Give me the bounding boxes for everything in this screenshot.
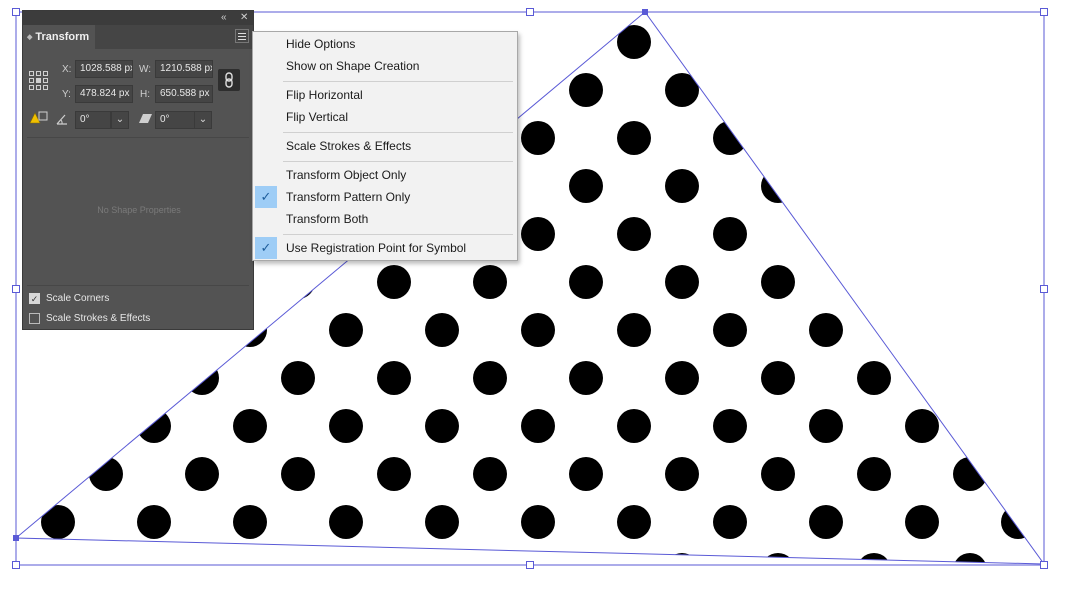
scale-corners-checkbox[interactable]: ✓ bbox=[29, 293, 40, 304]
handle-middle-right[interactable] bbox=[1040, 285, 1048, 293]
shear-input[interactable]: 0° bbox=[155, 111, 195, 129]
menu-item-flip-horizontal[interactable]: Flip Horizontal bbox=[253, 84, 517, 106]
menu-separator bbox=[283, 234, 513, 235]
menu-item-label: Transform Both bbox=[286, 212, 369, 226]
panel-divider-bottom bbox=[27, 285, 249, 286]
menu-item-transform-pattern-only[interactable]: ✓ Transform Pattern Only bbox=[253, 186, 517, 208]
menu-item-use-registration-point[interactable]: ✓ Use Registration Point for Symbol bbox=[253, 237, 517, 259]
collapse-panel-icon[interactable]: « bbox=[221, 11, 227, 25]
menu-item-label: Hide Options bbox=[286, 37, 356, 51]
h-label: H: bbox=[140, 89, 150, 100]
panel-menu-button[interactable] bbox=[235, 29, 249, 43]
menu-item-label: Show on Shape Creation bbox=[286, 59, 420, 73]
menu-item-transform-both[interactable]: Transform Both bbox=[253, 208, 517, 230]
rotate-angle-icon bbox=[56, 114, 67, 125]
tab-transform-label: Transform bbox=[35, 31, 90, 43]
menu-item-label: Flip Horizontal bbox=[286, 88, 363, 102]
constrain-proportions-button[interactable] bbox=[218, 69, 240, 91]
menu-item-flip-vertical[interactable]: Flip Vertical bbox=[253, 106, 517, 128]
scale-corners-label: Scale Corners bbox=[46, 293, 110, 304]
tab-expand-icon[interactable]: ◆ bbox=[27, 33, 32, 41]
chain-link-icon bbox=[225, 72, 233, 88]
menu-item-label: Use Registration Point for Symbol bbox=[286, 241, 467, 255]
panel-title-bar[interactable]: « ✕ bbox=[23, 11, 253, 25]
panel-tab-row: ◆ Transform bbox=[23, 25, 253, 49]
handle-bottom-left[interactable] bbox=[12, 561, 20, 569]
warning-icon bbox=[29, 111, 48, 124]
close-panel-icon[interactable]: ✕ bbox=[240, 11, 248, 25]
handle-middle-left[interactable] bbox=[12, 285, 20, 293]
shear-icon bbox=[139, 114, 152, 123]
x-input[interactable]: 1028.588 px bbox=[75, 60, 133, 78]
anchor-point-left[interactable] bbox=[13, 535, 19, 541]
handle-top-center[interactable] bbox=[526, 8, 534, 16]
anchor-point-top[interactable] bbox=[642, 9, 648, 15]
transform-panel-menu: Hide Options Show on Shape Creation Flip… bbox=[252, 31, 518, 261]
menu-item-label: Flip Vertical bbox=[286, 110, 349, 124]
handle-top-left[interactable] bbox=[12, 8, 20, 16]
menu-item-label: Transform Object Only bbox=[286, 168, 407, 182]
rotate-dropdown[interactable]: ⌄ bbox=[111, 111, 129, 129]
checkmark-icon: ✓ bbox=[255, 186, 277, 208]
scale-strokes-label: Scale Strokes & Effects bbox=[46, 313, 151, 324]
y-input[interactable]: 478.824 px bbox=[75, 85, 133, 103]
transform-panel: « ✕ ◆ Transform X: 1028.588 px W: 1210.5… bbox=[22, 10, 254, 330]
menu-item-show-on-shape-creation[interactable]: Show on Shape Creation bbox=[253, 55, 517, 77]
menu-item-transform-object-only[interactable]: Transform Object Only bbox=[253, 164, 517, 186]
menu-item-label: Scale Strokes & Effects bbox=[286, 139, 412, 153]
w-label: W: bbox=[139, 64, 152, 75]
reference-point-icon[interactable] bbox=[28, 70, 48, 90]
no-shape-properties-text: No Shape Properties bbox=[97, 205, 181, 215]
menu-item-hide-options[interactable]: Hide Options bbox=[253, 33, 517, 55]
menu-item-scale-strokes-effects[interactable]: Scale Strokes & Effects bbox=[253, 135, 517, 157]
menu-item-label: Transform Pattern Only bbox=[286, 190, 411, 204]
w-input[interactable]: 1210.588 px bbox=[155, 60, 213, 78]
panel-divider bbox=[27, 137, 249, 138]
checkmark-icon: ✓ bbox=[255, 237, 277, 259]
y-label: Y: bbox=[62, 89, 71, 100]
menu-separator bbox=[283, 132, 513, 133]
menu-separator bbox=[283, 81, 513, 82]
shear-dropdown[interactable]: ⌄ bbox=[194, 111, 212, 129]
menu-separator bbox=[283, 161, 513, 162]
handle-bottom-right[interactable] bbox=[1040, 561, 1048, 569]
handle-bottom-center[interactable] bbox=[526, 561, 534, 569]
x-label: X: bbox=[62, 64, 72, 75]
rotate-input[interactable]: 0° bbox=[75, 111, 111, 129]
scale-strokes-checkbox[interactable] bbox=[29, 313, 40, 324]
tab-transform[interactable]: ◆ Transform bbox=[23, 25, 95, 49]
handle-top-right[interactable] bbox=[1040, 8, 1048, 16]
h-input[interactable]: 650.588 px bbox=[155, 85, 213, 103]
